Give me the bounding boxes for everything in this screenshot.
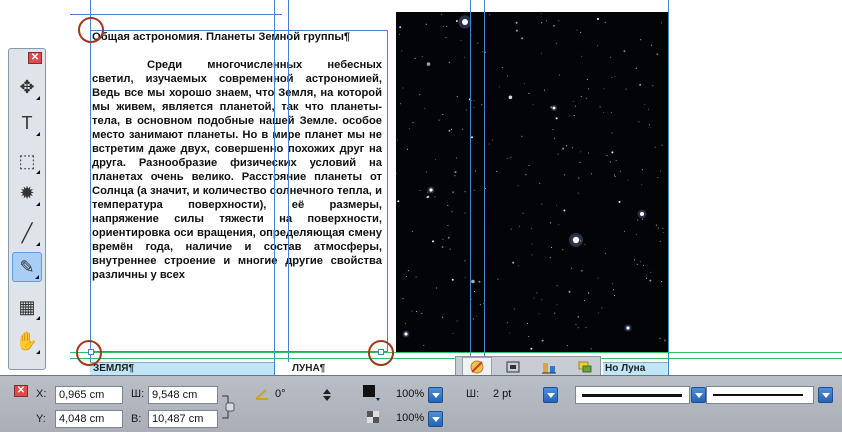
table-icon: ▦	[18, 296, 36, 317]
fill-color-icon[interactable]	[362, 384, 382, 404]
bezier-point-top-left[interactable]	[78, 17, 104, 43]
text-icon: T	[21, 112, 33, 133]
y-label: Y:	[36, 413, 46, 425]
fill-opacity-dropdown[interactable]	[428, 387, 443, 403]
guide-vertical-4[interactable]	[470, 0, 471, 375]
align-bottom-button[interactable]	[534, 357, 564, 377]
guide-horizontal-top[interactable]	[70, 14, 282, 15]
frame-tool[interactable]: ⬚	[12, 146, 42, 176]
palette-close-button[interactable]: ✕	[28, 52, 42, 64]
frame-icon: ⬚	[18, 150, 36, 171]
text-tool[interactable]: T	[12, 108, 42, 138]
fill-opacity-field[interactable]: 100%	[393, 386, 427, 404]
anchor-point[interactable]	[378, 349, 384, 355]
stroke-width-field[interactable]: 2 pt	[490, 386, 532, 404]
hand-tool[interactable]: ✋	[12, 326, 42, 356]
stroke-style-preview	[582, 394, 682, 397]
cell-right-label: Но Луна	[605, 363, 646, 374]
close-icon: ✕	[30, 52, 40, 63]
cell-moon-label: ЛУНА¶	[292, 363, 326, 374]
line-icon: ╱	[21, 222, 33, 243]
width-field[interactable]: 9,548 cm	[148, 386, 218, 404]
move-tool[interactable]: ✥	[12, 72, 42, 102]
no-wrap-icon	[470, 360, 484, 374]
anchor-point[interactable]	[88, 349, 94, 355]
y-position-field[interactable]: 4,048 cm	[55, 410, 123, 428]
guide-vertical-5[interactable]	[484, 0, 485, 375]
star-field	[396, 13, 666, 350]
stroke-opacity-dropdown[interactable]	[428, 411, 443, 427]
stroke-style-dropdown[interactable]	[691, 387, 706, 403]
baseline-guide-1[interactable]	[70, 352, 842, 353]
bezier-icon: ✎	[19, 256, 35, 277]
table-tool[interactable]: ▦	[12, 292, 42, 322]
line-tool[interactable]: ╱	[12, 218, 42, 248]
frame-wrap-button[interactable]	[498, 357, 528, 377]
line-end-select[interactable]	[706, 386, 814, 404]
stroke-width-label: Ш:	[466, 388, 480, 400]
bezier-tool[interactable]: ✎	[12, 252, 42, 282]
hand-icon: ✋	[15, 330, 39, 351]
x-label: X:	[36, 388, 47, 400]
no-wrap-button[interactable]	[462, 357, 492, 377]
layer-icon	[578, 361, 592, 373]
height-field[interactable]: 10,487 cm	[148, 410, 218, 428]
star-shape-tool[interactable]: ✹	[12, 178, 42, 208]
layer-button[interactable]	[570, 357, 600, 377]
stroke-opacity-field[interactable]: 100%	[393, 410, 427, 428]
height-label: В:	[131, 413, 142, 425]
star-shape-icon: ✹	[19, 182, 35, 203]
x-position-field[interactable]: 0,965 cm	[55, 386, 123, 404]
guide-vertical-6[interactable]	[668, 0, 669, 375]
line-end-preview	[713, 394, 803, 396]
rotation-angle-icon	[255, 389, 268, 400]
star-image[interactable]	[396, 12, 668, 352]
text-frame-outline	[90, 30, 388, 352]
transparency-icon[interactable]	[366, 410, 382, 426]
stroke-width-dropdown[interactable]	[543, 387, 558, 403]
align-bottom-icon	[542, 363, 556, 374]
width-label: Ш:	[131, 388, 145, 400]
properties-close-button[interactable]: ✕	[14, 385, 28, 397]
lock-proportions-icon[interactable]	[220, 394, 236, 420]
cell-earth-label: ЗЕМЛЯ¶	[93, 363, 135, 374]
angle-spinner-icon[interactable]	[323, 388, 331, 402]
move-icon: ✥	[19, 76, 35, 97]
properties-bar: X: 0,965 cm Y: 4,048 cm Ш: 9,548 cm В: 1…	[0, 375, 842, 432]
frame-wrap-icon	[506, 361, 520, 373]
line-end-dropdown[interactable]	[818, 387, 833, 403]
close-icon: ✕	[16, 385, 26, 396]
rotation-angle-field[interactable]: 0°	[272, 386, 316, 404]
stroke-style-select[interactable]	[575, 386, 690, 404]
